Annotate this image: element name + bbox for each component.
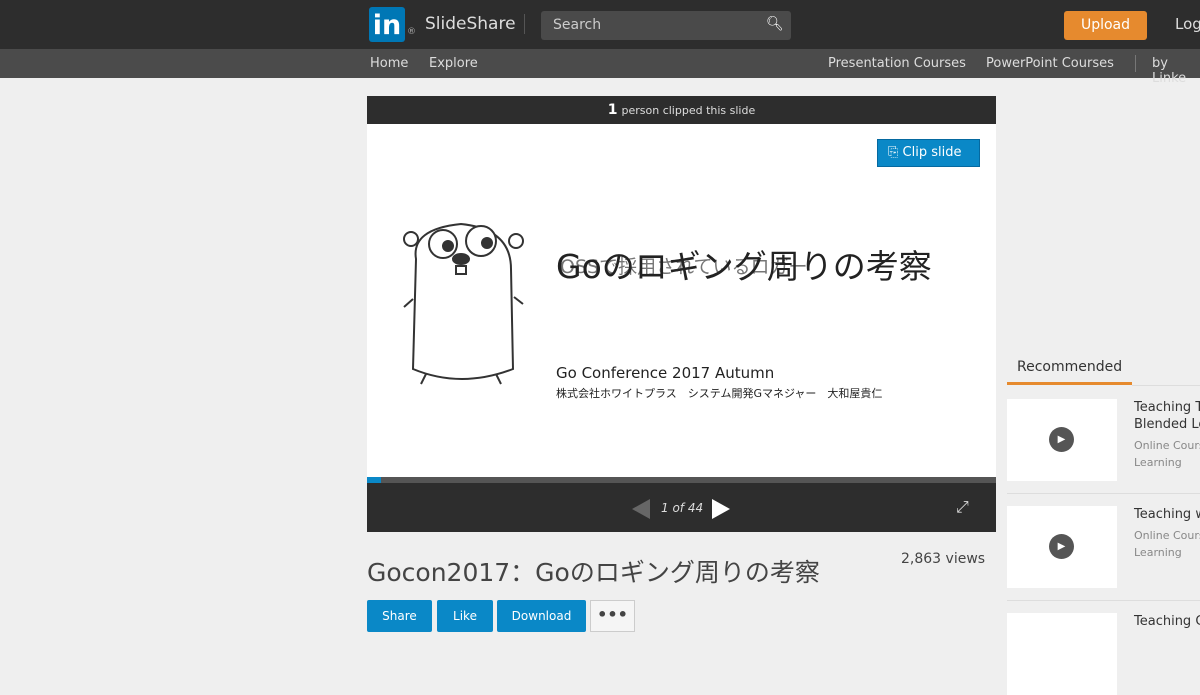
previous-slide-icon[interactable] — [632, 499, 650, 519]
divider — [1135, 55, 1136, 72]
slide-subtitle: Go Conference 2017 Autumn — [556, 364, 775, 382]
thumbnail: ▶ — [1007, 399, 1117, 481]
search-icon[interactable]: 🔍︎ — [766, 16, 784, 32]
divider — [1007, 493, 1200, 494]
clip-slide-button[interactable]: ⎘ Clip slide — [877, 139, 980, 167]
view-count: 2,863 views — [901, 551, 986, 567]
nav-home[interactable]: Home — [370, 56, 408, 71]
search-input[interactable]: Search — [541, 11, 791, 40]
player-controls: 1 of 44 ⤢ — [367, 483, 996, 532]
gopher-illustration — [403, 222, 524, 385]
recommended-tab[interactable]: Recommended — [1017, 359, 1122, 375]
more-options-button[interactable]: ••• — [590, 600, 635, 632]
slide-author: 株式会社ホワイトプラス システム開発Gマネジャー 大和屋貴仁 — [556, 387, 883, 400]
item-title: Teaching T Blended Le — [1134, 400, 1200, 432]
nav-presentation-courses[interactable]: Presentation Courses — [828, 56, 966, 71]
item-title: Teaching C — [1134, 614, 1200, 629]
like-button[interactable]: Like — [437, 600, 493, 632]
slide-title: Goのロギング周りの考察 — [556, 247, 932, 286]
item-subtitle: Online Cours Learning — [1134, 439, 1200, 469]
registered-mark: ® — [407, 27, 416, 37]
clip-count: 1 — [607, 102, 618, 118]
tab-underline — [1007, 382, 1132, 385]
top-bar: in ® SlideShare Search 🔍︎ Upload Log — [0, 0, 1200, 49]
clip-icon: ⎘ — [888, 145, 903, 160]
download-button[interactable]: Download — [497, 600, 586, 632]
divider — [1132, 385, 1200, 386]
linkedin-logo[interactable]: in — [369, 7, 405, 42]
nav-explore[interactable]: Explore — [429, 56, 478, 71]
clip-count-bar: 1 person clipped this slide — [367, 96, 996, 124]
share-button[interactable]: Share — [367, 600, 432, 632]
divider — [524, 14, 525, 34]
clip-slide-label: Clip slide — [902, 145, 962, 160]
slideshare-brand[interactable]: SlideShare — [425, 14, 516, 34]
nav-powerpoint-courses[interactable]: PowerPoint Courses — [986, 56, 1114, 71]
thumbnail: ▶ — [1007, 506, 1117, 588]
upload-button[interactable]: Upload — [1064, 11, 1147, 40]
divider — [1007, 600, 1200, 601]
login-link[interactable]: Log — [1175, 15, 1200, 33]
page-indicator: 1 of 44 — [661, 501, 704, 515]
item-title: Teaching w — [1134, 507, 1200, 522]
nav-by-linkedin[interactable]: by Linke — [1152, 56, 1200, 86]
presentation-title: Gocon2017：Goのロギング周りの考察 — [367, 558, 820, 587]
fullscreen-icon[interactable]: ⤢ — [956, 497, 969, 517]
item-subtitle: Online Cours Learning — [1134, 529, 1200, 559]
slide-view[interactable]: OSSで採用されているロガー Goのロギング周りの考察 Go Conferenc… — [367, 124, 996, 477]
clip-text: person clipped this slide — [621, 104, 756, 117]
play-icon: ▶ — [1049, 427, 1074, 452]
nav-bar: Home Explore Presentation Courses PowerP… — [0, 49, 1200, 86]
next-slide-icon[interactable] — [712, 499, 730, 519]
play-icon: ▶ — [1049, 534, 1074, 559]
thumbnail — [1007, 613, 1117, 695]
